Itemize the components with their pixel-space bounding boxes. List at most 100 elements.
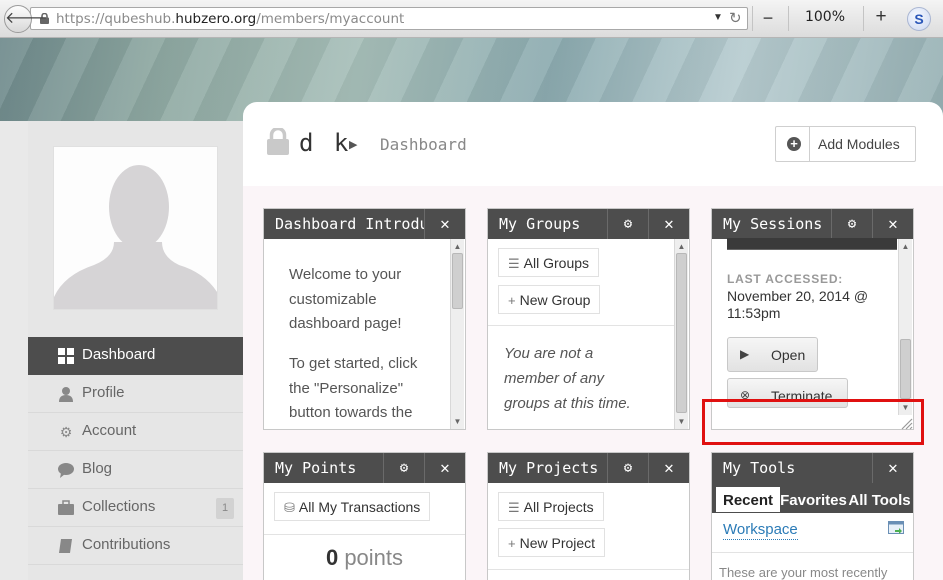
scrollbar[interactable]: ▲ ▼	[898, 239, 912, 415]
workspace-link[interactable]: Workspace	[723, 521, 798, 540]
sidebar-item-collections[interactable]: Collections 1	[28, 489, 244, 527]
toolbar-divider	[863, 6, 864, 31]
close-module-button[interactable]: ✕	[648, 453, 689, 483]
all-groups-button[interactable]: ☰ All Groups	[498, 248, 600, 277]
intro-text-line: dashboard page!	[289, 315, 402, 332]
avatar[interactable]	[53, 146, 218, 310]
close-module-button[interactable]: ✕	[424, 209, 465, 239]
breadcrumb: Dashboard	[380, 135, 467, 154]
intro-text-line: the "Personalize"	[289, 380, 404, 397]
close-module-button[interactable]: ✕	[648, 209, 689, 239]
module-title: My Tools	[723, 459, 796, 477]
intro-text-line: To get started, click	[289, 355, 418, 372]
list-icon: ☰	[508, 256, 520, 271]
tab-favorites[interactable]: Favorites	[780, 487, 847, 512]
scrollbar[interactable]: ▲ ▼	[674, 239, 688, 429]
groups-note-line: You are not a	[504, 345, 594, 362]
sidebar-item-more[interactable]	[28, 565, 244, 580]
gear-icon: ⚙	[623, 216, 633, 232]
sidebar-item-account[interactable]: ⚙ Account	[28, 413, 244, 451]
toolbar-divider	[788, 6, 789, 31]
briefcase-icon	[58, 500, 74, 516]
close-module-button[interactable]: ✕	[424, 453, 465, 483]
close-icon: ✕	[440, 458, 450, 477]
sidebar-item-contributions[interactable]: Contributions	[28, 527, 244, 565]
module-title: My Points	[275, 459, 357, 477]
scroll-up-icon[interactable]: ▲	[901, 242, 910, 251]
all-projects-button[interactable]: ☰ All Projects	[498, 492, 604, 521]
user-icon	[58, 386, 74, 402]
module-header: Dashboard Introducti ✕	[264, 209, 465, 239]
divider	[488, 569, 689, 570]
sidebar-item-profile[interactable]: Profile	[28, 375, 244, 413]
gears-icon: ⚙	[59, 424, 73, 440]
zoom-in-button[interactable]: +	[871, 7, 891, 27]
scroll-thumb[interactable]	[452, 253, 463, 309]
sidebar-item-label: Contributions	[82, 536, 171, 553]
scroll-thumb[interactable]	[900, 339, 911, 399]
last-accessed-date: November 20, 2014 @11:53pm	[727, 288, 869, 321]
close-module-button[interactable]: ✕	[872, 209, 913, 239]
settings-module-button[interactable]: ⚙	[607, 453, 648, 483]
new-group-button[interactable]: + New Group	[498, 285, 601, 314]
book-icon	[58, 538, 74, 554]
sidebar-item-label: Profile	[82, 384, 125, 401]
module-title: My Sessions	[723, 215, 823, 233]
plus-icon: +	[508, 536, 516, 551]
gear-icon: ⚙	[623, 460, 633, 476]
last-accessed-label: LAST ACCESSED:	[727, 272, 844, 286]
sidebar-item-blog[interactable]: Blog	[28, 451, 244, 489]
open-session-button[interactable]: ▶ Open	[727, 337, 818, 372]
settings-module-button[interactable]: ⚙	[831, 209, 872, 239]
launch-tool-icon[interactable]	[888, 521, 904, 535]
scroll-down-icon[interactable]: ▼	[453, 417, 462, 426]
settings-module-button[interactable]: ⚙	[607, 209, 648, 239]
module-header: My Groups ⚙ ✕	[488, 209, 689, 239]
settings-module-button[interactable]: ⚙	[383, 453, 424, 483]
addon-s-icon[interactable]: S	[907, 7, 931, 31]
lock-icon	[267, 128, 289, 155]
close-icon: ✕	[888, 458, 898, 477]
user-name: d k	[299, 129, 352, 157]
module-title: My Groups	[499, 215, 581, 233]
scroll-up-icon[interactable]: ▲	[677, 242, 686, 251]
silhouette-icon	[54, 165, 217, 309]
session-screenshot[interactable]	[727, 238, 897, 250]
close-icon: ✕	[440, 214, 450, 233]
sidebar-item-label: Collections	[82, 498, 156, 515]
new-project-button[interactable]: + New Project	[498, 528, 606, 557]
scrollbar[interactable]: ▲ ▼	[450, 239, 464, 429]
highlight-box	[702, 399, 924, 445]
close-icon: ✕	[664, 214, 674, 233]
arrow-left-icon: 🡐	[5, 10, 48, 27]
divider	[488, 325, 674, 326]
all-transactions-button[interactable]: ⛁ All My Transactions	[274, 492, 431, 521]
scroll-up-icon[interactable]: ▲	[453, 242, 462, 251]
close-icon: ✕	[664, 458, 674, 477]
zoom-level[interactable]: 100%	[792, 9, 858, 25]
sidebar-item-dashboard[interactable]: Dashboard	[28, 337, 244, 375]
divider	[712, 552, 913, 553]
module-my-tools: My Tools ✕	[711, 452, 914, 580]
play-icon: ▶	[740, 347, 750, 361]
points-total: 0 points	[325, 545, 404, 570]
reload-icon[interactable]: ↻	[729, 9, 742, 27]
url-dropdown-icon[interactable]: ▼	[713, 12, 723, 23]
sidebar-item-label: Blog	[82, 460, 113, 477]
tools-note: These are your most recently	[719, 565, 888, 580]
tab-all-tools[interactable]: All Tools	[847, 487, 912, 512]
close-module-button[interactable]: ✕	[872, 453, 913, 483]
back-button[interactable]: 🡐	[4, 5, 48, 33]
intro-text-line: customizable	[289, 291, 377, 308]
address-bar[interactable]: https://qubeshub.hubzero.org/members/mya…	[30, 7, 748, 30]
zoom-out-button[interactable]: −	[758, 8, 778, 28]
tab-recent[interactable]: Recent	[716, 487, 780, 512]
scroll-down-icon[interactable]: ▼	[677, 417, 686, 426]
toolbar-divider	[752, 6, 753, 31]
sidebar-item-label: Dashboard	[82, 346, 156, 363]
plus-icon: +	[508, 293, 516, 308]
gear-icon: ⚙	[847, 216, 857, 232]
groups-note-line: member of any	[504, 370, 605, 387]
scroll-thumb[interactable]	[676, 253, 687, 413]
add-modules-button[interactable]: + Add Modules	[775, 126, 916, 162]
